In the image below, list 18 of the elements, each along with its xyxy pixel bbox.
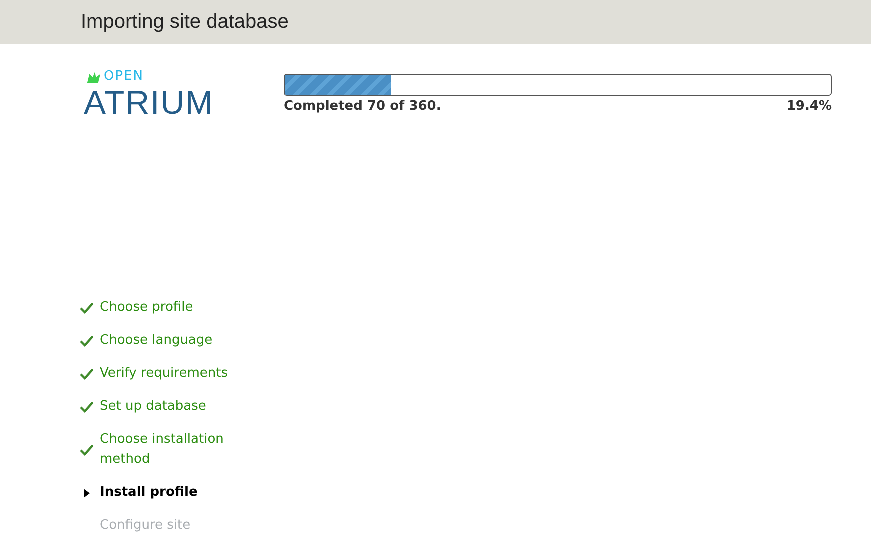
- page-title: Importing site database: [81, 10, 289, 35]
- checkmark-icon: [80, 335, 94, 347]
- checkmark-icon: [80, 401, 94, 413]
- step-label: Install profile: [100, 484, 199, 502]
- checkmark-icon: [80, 302, 94, 314]
- logo-text: ATRIUM: [84, 86, 214, 119]
- progress-message: Completed 70 of 360.: [284, 98, 442, 116]
- step-label: Choose installation method: [100, 431, 225, 469]
- triangle-icon: [84, 488, 90, 498]
- step-label: Choose language: [100, 332, 214, 350]
- logo-small-text: OPEN: [104, 70, 144, 83]
- step-label: Configure site: [100, 517, 192, 535]
- progress-percent: 19.4%: [786, 98, 832, 116]
- checkmark-icon: [80, 368, 94, 380]
- step-label: Verify requirements: [100, 365, 230, 383]
- step-label: Set up database: [100, 398, 208, 416]
- checkmark-icon: [80, 444, 94, 456]
- step-label: Choose profile: [100, 299, 194, 317]
